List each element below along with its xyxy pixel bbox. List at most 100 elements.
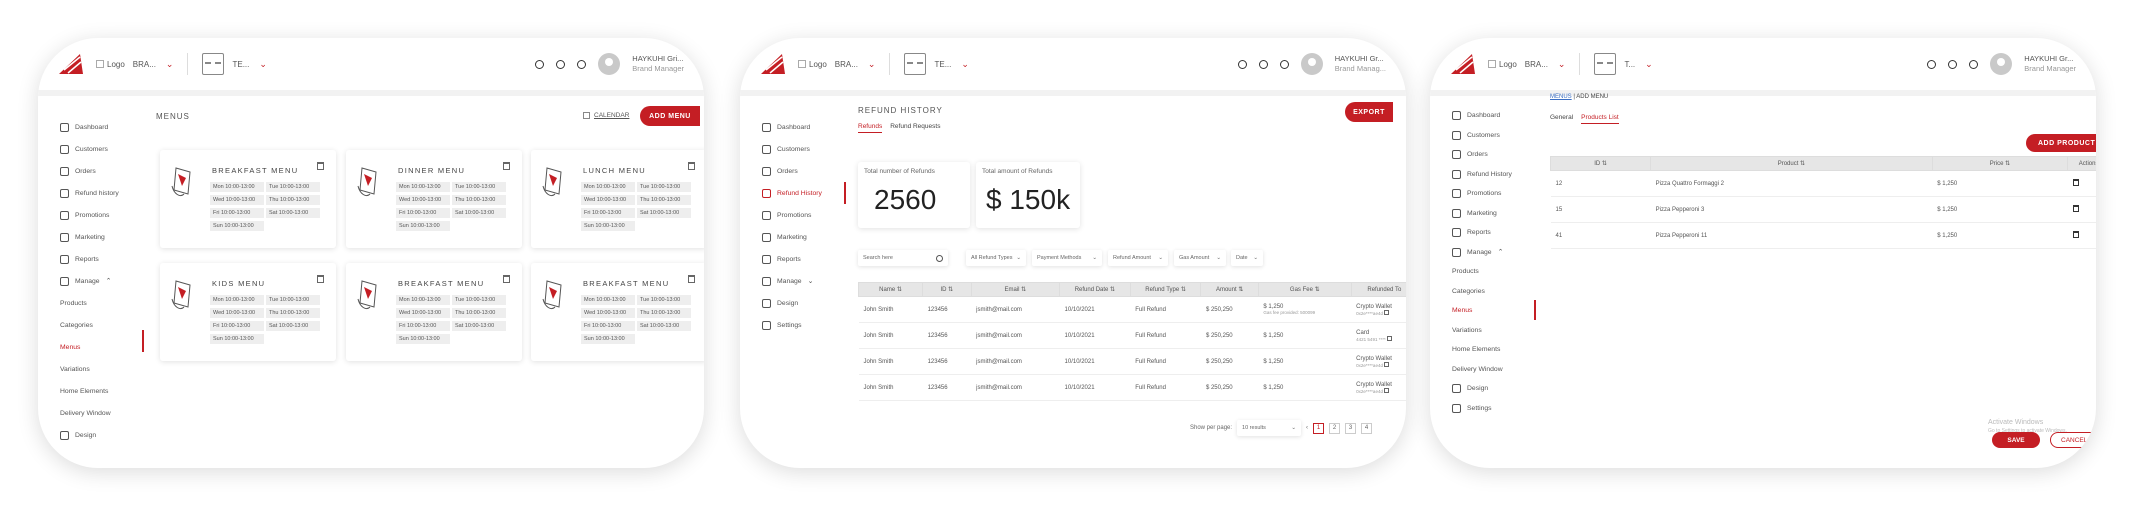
user-info[interactable]: HAYKUHI Gr... Brand Manag... xyxy=(1335,54,1386,74)
help-icon[interactable] xyxy=(1279,59,1289,69)
trash-icon[interactable] xyxy=(503,275,510,283)
sidebar-item-reports[interactable]: Reports xyxy=(762,248,842,270)
sidebar-item-home-elements[interactable]: Home Elements xyxy=(60,380,140,402)
copy-icon[interactable] xyxy=(1384,361,1390,367)
help-icon[interactable] xyxy=(1969,59,1979,69)
trash-icon[interactable] xyxy=(2072,231,2079,238)
column-header[interactable]: Product ⇅ xyxy=(1650,156,1933,171)
save-button[interactable]: SAVE xyxy=(1992,432,2040,448)
column-header[interactable]: Price ⇅ xyxy=(1931,156,2069,171)
table-row[interactable]: John Smith 123456 jsmith@mail.com 10/10/202… xyxy=(858,348,1406,375)
cancel-button[interactable]: CANCEL xyxy=(2050,432,2096,448)
sidebar-item-customers[interactable]: Customers xyxy=(1452,126,1532,146)
copy-icon[interactable] xyxy=(1384,387,1390,393)
avatar[interactable] xyxy=(598,53,621,75)
add-product-button[interactable]: ADD PRODUCT xyxy=(2026,134,2096,152)
prev-page-icon[interactable]: ‹ xyxy=(1306,425,1308,431)
filter-dropdown[interactable]: Refund Amount ⌄ xyxy=(1108,250,1168,266)
menu-card[interactable]: BREAKFAST MENU Mon 10:00-13:00 Tue 10:00-1… xyxy=(531,263,704,361)
search-icon[interactable] xyxy=(1927,59,1937,69)
tab-products-list[interactable]: Products List xyxy=(1581,114,1619,124)
brand-selector[interactable]: BRA... ⌄ xyxy=(835,59,876,70)
search-icon[interactable] xyxy=(1237,59,1247,69)
filter-dropdown[interactable]: Payment Methods ⌄ xyxy=(1032,250,1102,266)
copy-icon[interactable] xyxy=(1384,309,1390,315)
sidebar-item-refund-history[interactable]: Refund history xyxy=(60,182,140,204)
sidebar-item-design[interactable]: Design xyxy=(762,292,842,314)
search-input[interactable]: Search here xyxy=(858,250,948,266)
menu-card[interactable]: LUNCH MENU Mon 10:00-13:00 Tue 10:00-13:00… xyxy=(531,150,704,248)
sidebar-item-variations[interactable]: Variations xyxy=(1452,321,1532,341)
sidebar-item-categories[interactable]: Categories xyxy=(1452,282,1532,302)
column-header[interactable]: ID ⇅ xyxy=(1550,156,1652,171)
trash-icon[interactable] xyxy=(317,275,324,283)
breadcrumb-menus[interactable]: MENUS xyxy=(1550,94,1572,100)
sidebar-item-design[interactable]: Design xyxy=(1452,379,1532,399)
menu-card[interactable]: KIDS MENU Mon 10:00-13:00 Tue 10:00-13:00 W… xyxy=(160,263,336,361)
sidebar-item-customers[interactable]: Customers xyxy=(60,138,140,160)
team-selector[interactable]: T... ⌄ xyxy=(1624,59,1652,70)
per-page-select[interactable]: 10 results ⌄ xyxy=(1237,420,1302,436)
sidebar-item-marketing[interactable]: Marketing xyxy=(1452,204,1532,224)
page-button[interactable]: 4 xyxy=(1361,422,1373,434)
column-header[interactable]: Name ⇅ xyxy=(858,282,924,297)
brand-logo-icon[interactable] xyxy=(58,53,84,75)
column-header[interactable]: Refund Date ⇅ xyxy=(1059,282,1131,297)
sidebar-item-menus[interactable]: Menus xyxy=(1452,301,1532,321)
team-selector[interactable]: TE... ⌄ xyxy=(232,59,266,70)
sidebar-item-refund-history[interactable]: Refund History xyxy=(1452,165,1532,185)
sidebar-item-refund-history[interactable]: Refund History xyxy=(762,182,842,204)
trash-icon[interactable] xyxy=(688,162,695,170)
sidebar-item-marketing[interactable]: Marketing xyxy=(60,226,140,248)
bell-icon[interactable] xyxy=(1948,59,1958,69)
sidebar-item-reports[interactable]: Reports xyxy=(1452,223,1532,243)
sidebar-item-manage[interactable]: Manage ⌃ xyxy=(1452,243,1532,263)
column-header[interactable]: Refunded To xyxy=(1350,282,1406,297)
page-button[interactable]: 3 xyxy=(1345,422,1357,434)
trash-icon[interactable] xyxy=(503,162,510,170)
user-info[interactable]: HAYKUHI Gr... Brand Manager xyxy=(2024,54,2076,74)
sidebar-item-dashboard[interactable]: Dashboard xyxy=(762,116,842,138)
tab-refund-requests[interactable]: Refund Requests xyxy=(890,123,940,133)
table-row[interactable]: 12 Pizza Quattro Formaggi 2 $ 1,250 xyxy=(1550,170,2096,197)
brand-selector[interactable]: BRA... ⌄ xyxy=(1525,59,1566,70)
sidebar-item-products[interactable]: Products xyxy=(1452,262,1532,282)
sidebar-item-settings[interactable]: Settings xyxy=(1452,399,1532,419)
trash-icon[interactable] xyxy=(317,162,324,170)
sidebar-item-dashboard[interactable]: Dashboard xyxy=(1452,106,1532,126)
sidebar-item-delivery-window[interactable]: Delivery Window xyxy=(1452,360,1532,380)
page-button[interactable]: 2 xyxy=(1329,422,1341,434)
tab-general[interactable]: General xyxy=(1550,114,1573,124)
table-row[interactable]: 41 Pizza Pepperoni 11 $ 1,250 xyxy=(1550,222,2096,249)
sidebar-item-home-elements[interactable]: Home Elements xyxy=(1452,340,1532,360)
menu-card[interactable]: BREAKFAST MENU Mon 10:00-13:00 Tue 10:00-1… xyxy=(160,150,336,248)
sidebar-item-manage[interactable]: Manage ⌄ xyxy=(762,270,842,292)
sidebar-item-orders[interactable]: Orders xyxy=(60,160,140,182)
menu-card[interactable]: DINNER MENU Mon 10:00-13:00 Tue 10:00-13:0… xyxy=(346,150,522,248)
sidebar-item-products[interactable]: Products xyxy=(60,292,140,314)
sidebar-item-variations[interactable]: Variations xyxy=(60,358,140,380)
table-row[interactable]: John Smith 123456 jsmith@mail.com 10/10/202… xyxy=(858,296,1406,323)
filter-dropdown[interactable]: Date ⌄ xyxy=(1231,250,1263,266)
sidebar-item-promotions[interactable]: Promotions xyxy=(60,204,140,226)
sidebar-item-categories[interactable]: Categories xyxy=(60,314,140,336)
column-header[interactable]: Gas Fee ⇅ xyxy=(1257,282,1352,297)
column-header[interactable]: Email ⇅ xyxy=(970,282,1061,297)
sidebar-item-promotions[interactable]: Promotions xyxy=(1452,184,1532,204)
sidebar-item-manage[interactable]: Manage ⌃ xyxy=(60,270,140,292)
bell-icon[interactable] xyxy=(556,59,566,69)
column-header[interactable]: Amount ⇅ xyxy=(1200,282,1259,297)
table-row[interactable]: 15 Pizza Pepperoni 3 $ 1,250 xyxy=(1550,196,2096,223)
column-header[interactable]: ID ⇅ xyxy=(922,282,972,297)
user-info[interactable]: HAYKUHI Gri... Brand Manager xyxy=(632,54,684,74)
tab-refunds[interactable]: Refunds xyxy=(858,123,883,133)
brand-logo-icon[interactable] xyxy=(1450,53,1476,75)
filter-dropdown[interactable]: All Refund Types ⌄ xyxy=(966,250,1026,266)
bell-icon[interactable] xyxy=(1258,59,1268,69)
sidebar-item-dashboard[interactable]: Dashboard xyxy=(60,116,140,138)
export-button[interactable]: EXPORT xyxy=(1345,102,1393,122)
add-menu-button[interactable]: ADD MENU xyxy=(640,106,700,126)
search-icon[interactable] xyxy=(535,59,545,69)
team-selector[interactable]: TE... ⌄ xyxy=(934,59,968,70)
table-row[interactable]: John Smith 123456 jsmith@mail.com 10/10/202… xyxy=(858,374,1406,401)
